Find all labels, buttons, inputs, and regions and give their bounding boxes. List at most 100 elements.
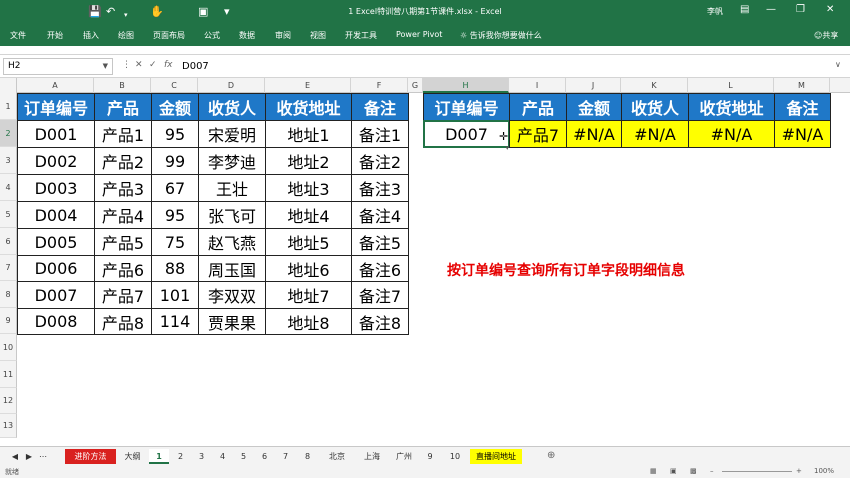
insert-function-button[interactable]: fx [164, 60, 173, 70]
zoom-level[interactable]: 100% [814, 467, 834, 475]
source-data-cell[interactable]: 101 [151, 281, 199, 309]
close-icon[interactable]: ✕ [826, 4, 834, 15]
share-button[interactable]: ☺共享 [814, 30, 838, 41]
source-header-cell[interactable]: 备注 [351, 93, 409, 121]
column-header-m[interactable]: M [774, 78, 830, 93]
column-header-b[interactable]: B [94, 78, 151, 93]
expand-formula-bar-icon[interactable]: ∨ [835, 60, 841, 69]
source-data-cell[interactable]: 李双双 [198, 281, 266, 309]
source-data-cell[interactable]: 贾果果 [198, 308, 266, 335]
source-data-cell[interactable]: 备注6 [351, 255, 409, 282]
lookup-header-cell[interactable]: 备注 [774, 93, 831, 121]
source-data-cell[interactable]: 产品3 [94, 174, 152, 202]
sheet-tab[interactable]: 2 [171, 449, 190, 464]
row-header-8[interactable]: 8 [0, 281, 17, 308]
column-header-h[interactable]: H [423, 78, 509, 93]
column-header-c[interactable]: C [151, 78, 198, 93]
source-data-cell[interactable]: 88 [151, 255, 199, 282]
source-data-cell[interactable]: 产品1 [94, 120, 152, 148]
zoom-in-icon[interactable]: + [796, 467, 802, 475]
tell-me-box[interactable]: ☼ 告诉我你想要做什么 [460, 30, 542, 41]
sheet-tab[interactable]: 10 [442, 449, 468, 464]
source-data-cell[interactable]: 备注8 [351, 308, 409, 335]
source-data-cell[interactable]: 67 [151, 174, 199, 202]
source-data-cell[interactable]: 宋爱明 [198, 120, 266, 148]
column-header-f[interactable]: F [351, 78, 408, 93]
sheet-tab[interactable]: 进阶方法 [65, 449, 116, 464]
sheet-tab[interactable]: 3 [192, 449, 211, 464]
sheet-tab[interactable]: 上海 [356, 449, 388, 464]
source-data-cell[interactable]: 李梦迪 [198, 147, 266, 175]
source-data-cell[interactable]: 产品4 [94, 201, 152, 229]
normal-view-icon[interactable]: ▦ [650, 467, 657, 475]
tab-data[interactable]: 数据 [239, 30, 255, 41]
column-header-l[interactable]: L [688, 78, 774, 93]
source-header-cell[interactable]: 金额 [151, 93, 199, 121]
source-data-cell[interactable]: D001 [17, 120, 95, 148]
column-header-i[interactable]: I [509, 78, 566, 93]
source-data-cell[interactable]: 地址6 [265, 255, 352, 282]
source-data-cell[interactable]: 地址5 [265, 228, 352, 256]
row-header-1[interactable]: 1 [0, 93, 17, 120]
source-data-cell[interactable]: 产品2 [94, 147, 152, 175]
row-header-5[interactable]: 5 [0, 201, 17, 228]
minimize-icon[interactable]: — [766, 4, 776, 15]
source-data-cell[interactable]: 地址8 [265, 308, 352, 335]
tab-file[interactable]: 文件 [10, 30, 26, 41]
lookup-result-cell[interactable]: #N/A [566, 120, 622, 148]
tab-formulas[interactable]: 公式 [204, 30, 220, 41]
source-data-cell[interactable]: 地址4 [265, 201, 352, 229]
sheet-tab[interactable]: 1 [149, 449, 169, 464]
source-data-cell[interactable]: D002 [17, 147, 95, 175]
source-data-cell[interactable]: 产品8 [94, 308, 152, 335]
source-data-cell[interactable]: 备注5 [351, 228, 409, 256]
page-layout-view-icon[interactable]: ▣ [670, 467, 677, 475]
lookup-header-cell[interactable]: 产品 [509, 93, 567, 121]
source-data-cell[interactable]: 95 [151, 120, 199, 148]
active-cell-h2[interactable]: D007 ✛ ▾ [423, 120, 510, 152]
tab-page-layout[interactable]: 页面布局 [153, 30, 185, 41]
row-header-12[interactable]: 12 [0, 388, 17, 414]
sheet-tab[interactable]: 广州 [390, 449, 418, 464]
source-header-cell[interactable]: 收货人 [198, 93, 266, 121]
source-data-cell[interactable]: 75 [151, 228, 199, 256]
row-header-7[interactable]: 7 [0, 255, 17, 281]
sheet-tab[interactable]: 4 [213, 449, 232, 464]
tab-home[interactable]: 开始 [47, 30, 63, 41]
sheet-tab[interactable]: 5 [234, 449, 253, 464]
source-data-cell[interactable]: D008 [17, 308, 95, 335]
user-name[interactable]: 李帆 [707, 6, 723, 17]
source-data-cell[interactable]: 备注7 [351, 281, 409, 309]
enter-icon[interactable]: ✓ [149, 60, 157, 70]
column-header-g[interactable]: G [408, 78, 423, 93]
lookup-result-cell[interactable]: #N/A [621, 120, 689, 148]
column-header-j[interactable]: J [566, 78, 621, 93]
worksheet-grid[interactable]: ABCDEFGHIJKLM 1 2 3 4 5 6 7 8 9 10 11 12 13 订单编号 产品 金额… [0, 78, 850, 446]
ribbon-display-icon[interactable]: ▤ [740, 4, 749, 15]
row-header-13[interactable]: 13 [0, 414, 17, 438]
lookup-result-cell[interactable]: #N/A [774, 120, 831, 148]
scroll-left-icon[interactable]: ◀ [8, 449, 22, 464]
column-header-e[interactable]: E [265, 78, 351, 93]
page-break-view-icon[interactable]: ▩ [690, 467, 697, 475]
formula-input[interactable]: D007 [182, 61, 209, 72]
row-header-2[interactable]: 2 [0, 120, 17, 147]
zoom-out-icon[interactable]: – [710, 467, 714, 475]
sheet-tab[interactable]: 9 [420, 449, 440, 464]
tab-review[interactable]: 审阅 [275, 30, 291, 41]
source-data-cell[interactable]: 产品7 [94, 281, 152, 309]
tab-draw[interactable]: 绘图 [118, 30, 134, 41]
source-data-cell[interactable]: D007 [17, 281, 95, 309]
column-header-k[interactable]: K [621, 78, 688, 93]
tab-developer[interactable]: 开发工具 [345, 30, 377, 41]
tab-power-pivot[interactable]: Power Pivot [396, 30, 442, 39]
source-data-cell[interactable]: D003 [17, 174, 95, 202]
row-header-3[interactable]: 3 [0, 147, 17, 174]
tab-view[interactable]: 视图 [310, 30, 326, 41]
lookup-header-cell[interactable]: 收货地址 [688, 93, 775, 121]
lookup-result-cell[interactable]: 产品7 [509, 120, 567, 148]
source-data-cell[interactable]: 张飞可 [198, 201, 266, 229]
source-header-cell[interactable]: 收货地址 [265, 93, 352, 121]
source-data-cell[interactable]: 周玉国 [198, 255, 266, 282]
sheet-tab[interactable]: 7 [276, 449, 295, 464]
